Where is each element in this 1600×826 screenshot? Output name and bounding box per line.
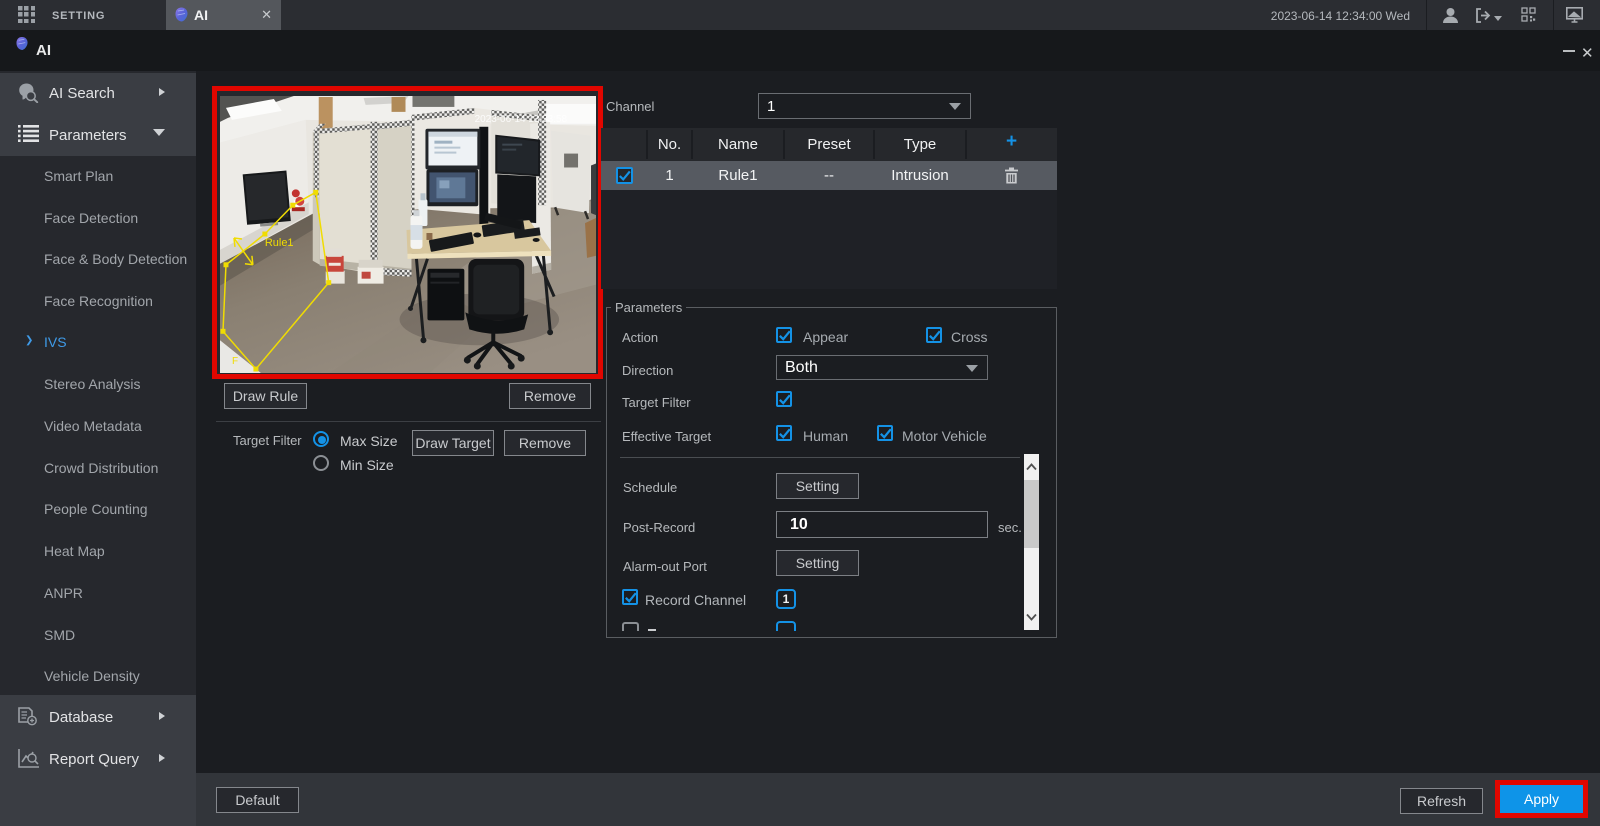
svg-text:Rule1: Rule1 bbox=[265, 237, 294, 249]
svg-text:2023-06-14 13:33:58: 2023-06-14 13:33:58 bbox=[475, 114, 568, 125]
svg-text:F: F bbox=[232, 356, 238, 367]
